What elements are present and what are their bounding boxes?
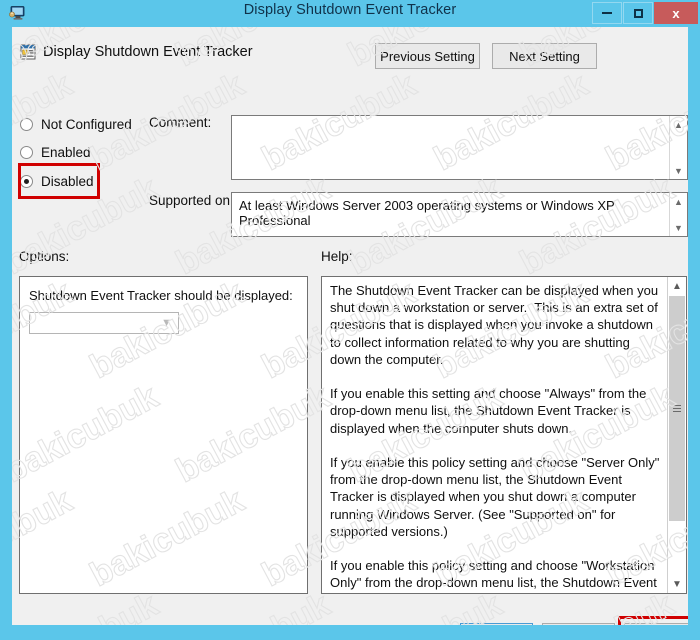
annotation-box-apply bbox=[618, 616, 688, 625]
svg-text:bakicubuk: bakicubuk bbox=[686, 27, 688, 74]
cancel-button[interactable]: Cancel bbox=[542, 623, 615, 625]
previous-setting-button[interactable]: Previous Setting bbox=[375, 43, 480, 69]
title-bar[interactable]: Display Shutdown Event Tracker x bbox=[0, 0, 700, 26]
help-panel: The Shutdown Event Tracker can be displa… bbox=[321, 276, 687, 594]
scroll-up-icon[interactable]: ▲ bbox=[670, 193, 687, 210]
shutdown-tracker-dropdown[interactable]: ▼ bbox=[29, 312, 179, 334]
scroll-down-icon[interactable]: ▼ bbox=[670, 219, 687, 236]
radio-indicator bbox=[20, 146, 33, 159]
close-icon: x bbox=[672, 5, 680, 21]
maximize-icon bbox=[633, 8, 643, 18]
scroll-up-icon[interactable]: ▲ bbox=[668, 277, 686, 295]
radio-not-configured[interactable]: Not Configured bbox=[20, 117, 132, 132]
help-label: Help: bbox=[321, 249, 353, 264]
scroll-down-icon[interactable]: ▼ bbox=[670, 162, 687, 179]
scroll-down-icon[interactable]: ▼ bbox=[668, 575, 686, 593]
supported-on-value: At least Windows Server 2003 operating s… bbox=[239, 198, 615, 228]
comment-label: Comment: bbox=[149, 115, 212, 130]
maximize-button[interactable] bbox=[623, 2, 653, 24]
scroll-up-icon[interactable]: ▲ bbox=[670, 116, 687, 133]
annotation-box-disabled bbox=[18, 163, 100, 199]
option-setting-label: Shutdown Event Tracker should be display… bbox=[29, 288, 293, 303]
radio-indicator bbox=[20, 118, 33, 131]
dialog-client-area: Display Shutdown Event Tracker Previous … bbox=[12, 27, 688, 625]
ok-button[interactable]: OK bbox=[460, 623, 533, 625]
policy-title: Display Shutdown Event Tracker bbox=[43, 44, 253, 60]
next-setting-button[interactable]: Next Setting bbox=[492, 43, 597, 69]
radio-label: Enabled bbox=[41, 145, 91, 160]
minimize-icon bbox=[602, 12, 612, 14]
supported-on-label: Supported on: bbox=[149, 193, 234, 208]
supported-on-scrollbar[interactable]: ▲ ▼ bbox=[669, 193, 687, 236]
scrollbar-thumb[interactable] bbox=[669, 296, 685, 521]
help-text: The Shutdown Event Tracker can be displa… bbox=[330, 283, 660, 593]
close-button[interactable]: x bbox=[654, 2, 698, 24]
comment-scrollbar[interactable]: ▲ ▼ bbox=[669, 116, 687, 179]
comment-input[interactable]: ▲ ▼ bbox=[231, 115, 688, 180]
options-label: Options: bbox=[19, 249, 70, 264]
supported-on-field: At least Windows Server 2003 operating s… bbox=[231, 192, 688, 237]
help-scrollbar[interactable]: ▲ ▼ bbox=[667, 277, 686, 593]
minimize-button[interactable] bbox=[592, 2, 622, 24]
radio-enabled[interactable]: Enabled bbox=[20, 145, 91, 160]
chevron-down-icon: ▼ bbox=[161, 317, 172, 329]
radio-label: Not Configured bbox=[41, 117, 132, 132]
dialog-window: Display Shutdown Event Tracker x Display… bbox=[0, 0, 700, 640]
options-panel: Shutdown Event Tracker should be display… bbox=[19, 276, 308, 594]
scrollbar-grip-icon bbox=[673, 404, 681, 413]
policy-document-icon bbox=[20, 44, 36, 60]
